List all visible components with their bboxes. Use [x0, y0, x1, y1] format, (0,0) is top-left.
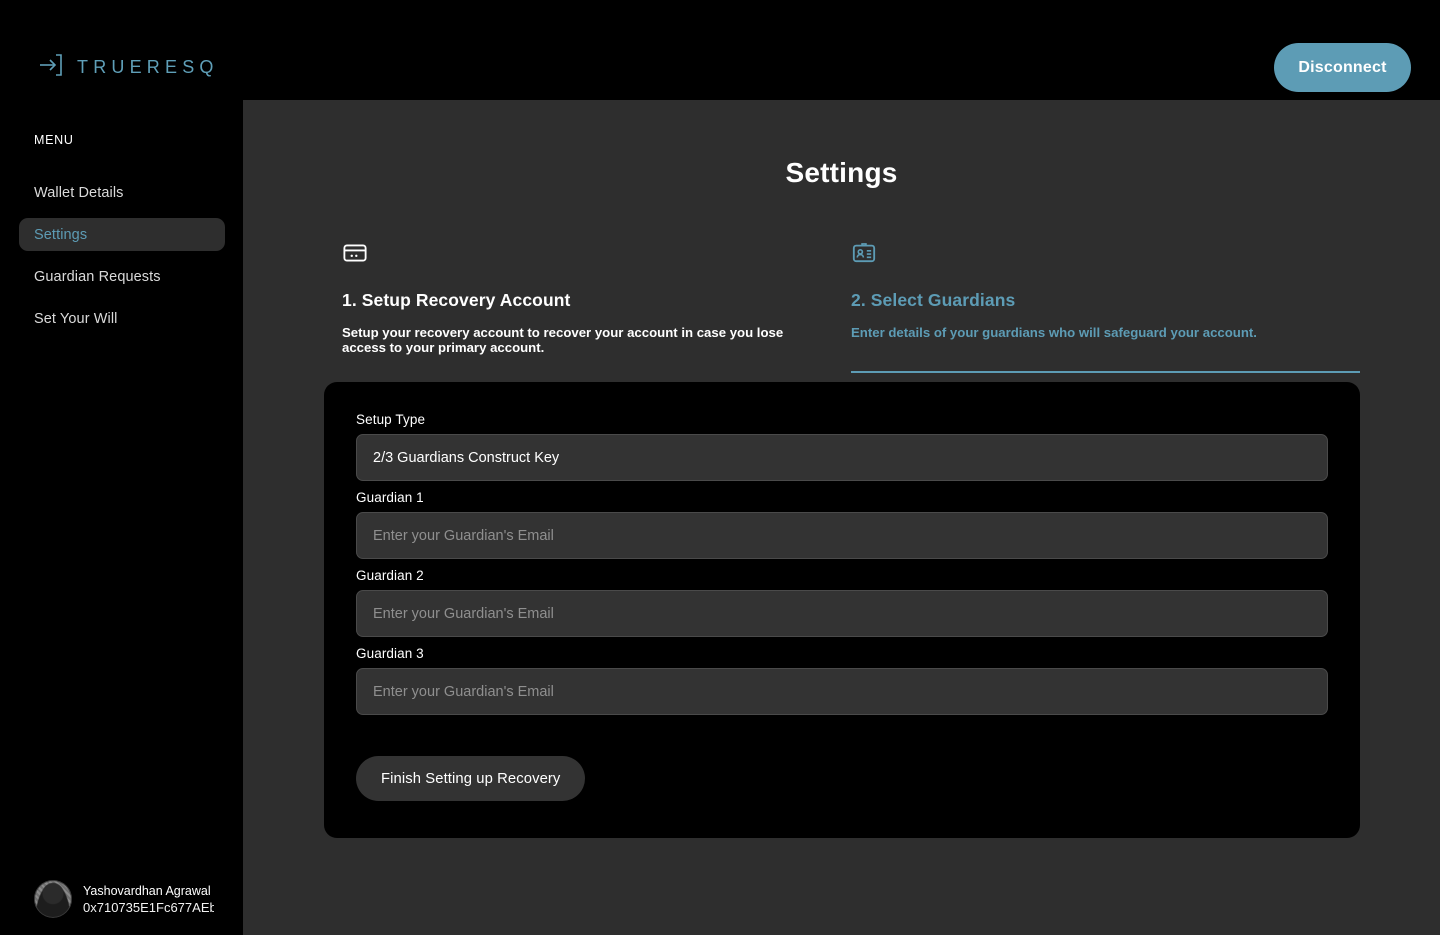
avatar — [34, 880, 72, 918]
user-wallet-address: 0x710735E1Fc677AEb1DC — [83, 899, 214, 915]
sidebar-item-label: Wallet Details — [34, 184, 124, 201]
guardian-3-input[interactable]: Enter your Guardian's Email — [356, 668, 1328, 715]
sidebar-menu: Wallet Details Settings Guardian Request… — [19, 176, 225, 335]
guardian-1-input[interactable]: Enter your Guardian's Email — [356, 512, 1328, 559]
sidebar-item-wallet-details[interactable]: Wallet Details — [19, 176, 225, 209]
sidebar-item-label: Set Your Will — [34, 310, 118, 327]
disconnect-button[interactable]: Disconnect — [1274, 43, 1411, 92]
user-profile[interactable]: Yashovardhan Agrawal 0x710735E1Fc677AEb1… — [34, 880, 249, 918]
finish-setting-up-recovery-button[interactable]: Finish Setting up Recovery — [356, 756, 586, 801]
step-select-guardians[interactable]: 2. Select Guardians Enter details of you… — [851, 240, 1360, 373]
step-title: 2. Select Guardians — [851, 290, 1016, 310]
guardian-2-label: Guardian 2 — [356, 568, 424, 583]
sidebar-item-set-your-will[interactable]: Set Your Will — [19, 302, 225, 335]
user-profile-text: Yashovardhan Agrawal 0x710735E1Fc677AEb1… — [83, 883, 214, 916]
setup-type-value: 2/3 Guardians Construct Key — [373, 449, 560, 466]
brand-name: TRUERESQ — [77, 57, 219, 77]
step-setup-recovery-account[interactable]: 1. Setup Recovery Account Setup your rec… — [342, 240, 851, 373]
user-name: Yashovardhan Agrawal — [83, 883, 211, 898]
guardian-2-input[interactable]: Enter your Guardian's Email — [356, 590, 1328, 637]
id-badge-icon — [851, 240, 1342, 267]
credit-card-icon — [342, 240, 833, 267]
step-description: Enter details of your guardians who will… — [851, 325, 1257, 340]
guardian-2-placeholder: Enter your Guardian's Email — [373, 605, 554, 622]
setup-type-label: Setup Type — [356, 412, 426, 427]
guardian-3-label: Guardian 3 — [356, 646, 424, 661]
app-root: TRUERESQ Disconnect MENU Wallet Details … — [0, 0, 1440, 935]
guardian-3-placeholder: Enter your Guardian's Email — [373, 683, 554, 700]
sidebar-item-label: Guardian Requests — [34, 268, 161, 285]
step-description: Setup your recovery account to recover y… — [342, 325, 784, 355]
sidebar-item-guardian-requests[interactable]: Guardian Requests — [19, 260, 225, 293]
step-title: 1. Setup Recovery Account — [342, 290, 571, 310]
setup-type-select[interactable]: 2/3 Guardians Construct Key — [356, 434, 1328, 481]
guardians-form-panel: Setup Type 2/3 Guardians Construct Key G… — [324, 382, 1360, 838]
guardian-1-placeholder: Enter your Guardian's Email — [373, 527, 554, 544]
sidebar-item-settings[interactable]: Settings — [19, 218, 225, 251]
arrow-into-bracket-icon — [34, 50, 64, 85]
sidebar: MENU Wallet Details Settings Guardian Re… — [0, 0, 243, 935]
top-bar: TRUERESQ Disconnect — [0, 0, 1440, 100]
sidebar-item-label: Settings — [34, 226, 88, 243]
setup-steps: 1. Setup Recovery Account Setup your rec… — [342, 240, 1360, 373]
main-content: Settings 1. Setup Recovery Account Setup… — [243, 100, 1440, 935]
sidebar-section-label: MENU — [34, 133, 74, 147]
page-title: Settings — [785, 157, 898, 188]
guardian-1-label: Guardian 1 — [356, 490, 424, 505]
brand-logo[interactable]: TRUERESQ — [34, 50, 219, 85]
